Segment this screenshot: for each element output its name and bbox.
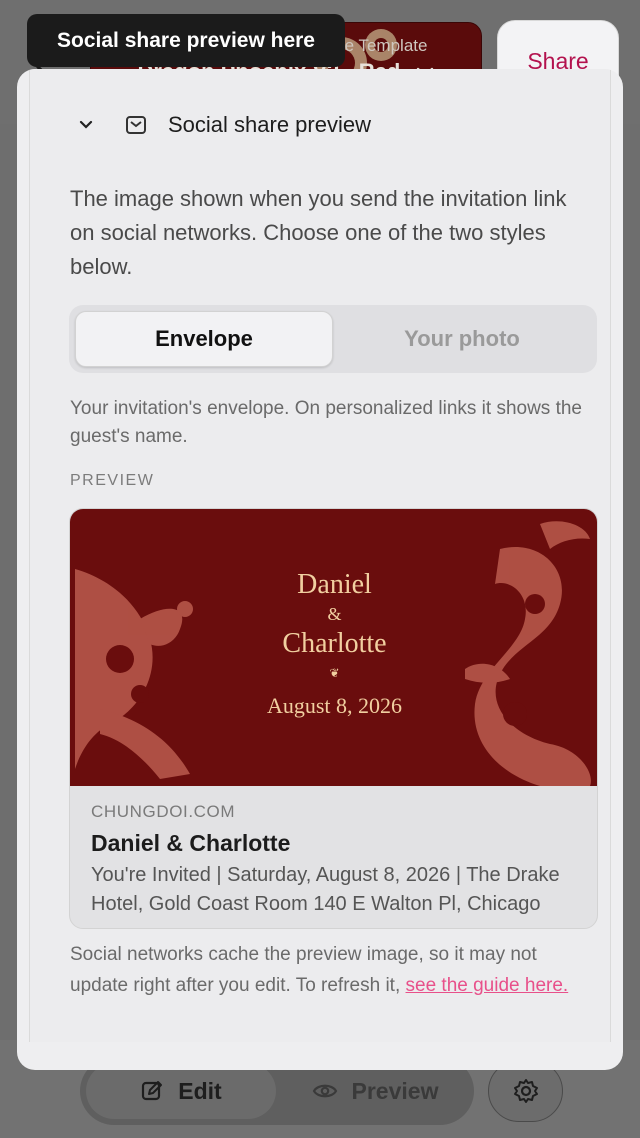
settings-sheet: Social share preview The image shown whe… <box>17 69 623 1070</box>
card-meta: CHUNGDOI.COM Daniel & Charlotte You're I… <box>91 802 581 919</box>
eye-icon <box>312 1084 337 1098</box>
card-name1: Daniel <box>297 569 372 600</box>
preview-label: PREVIEW <box>70 472 155 489</box>
card-domain: CHUNGDOI.COM <box>91 802 236 821</box>
preview-tab-label: Preview <box>351 1077 439 1104</box>
section-header[interactable]: Social share preview <box>78 109 598 141</box>
tooltip: Social share preview here <box>27 14 345 67</box>
guide-link[interactable]: see the guide here. <box>406 975 569 996</box>
your-photo-option[interactable]: Your photo <box>333 311 591 367</box>
section-description: The image shown when you send the invita… <box>70 186 567 279</box>
card-event-date: August 8, 2026 <box>266 693 403 718</box>
card-description: You're Invited | Saturday, August 8, 202… <box>91 864 560 915</box>
flourish-icon: ❦ <box>329 666 340 680</box>
envelope-option[interactable]: Envelope <box>75 311 333 367</box>
section-title: Social share preview <box>168 112 371 137</box>
preview-tab[interactable]: Preview <box>280 1063 470 1119</box>
style-segmented-control: Envelope Your photo <box>69 305 597 373</box>
share-preview-card: Daniel & Charlotte ❦ August 8, 2026 CHUN… <box>69 508 598 929</box>
sheet-content: Social share preview The image shown whe… <box>29 69 611 1042</box>
option-hint: Your invitation's envelope. On personali… <box>70 398 582 447</box>
gear-icon <box>513 1079 538 1103</box>
card-title: Daniel & Charlotte <box>91 830 291 856</box>
card-ampersand: & <box>327 604 342 624</box>
cache-footnote: Social networks cache the preview image,… <box>70 939 590 1001</box>
edit-label: Edit <box>178 1077 222 1104</box>
edit-icon <box>142 1081 163 1101</box>
card-name2: Charlotte <box>282 628 387 659</box>
chevron-down-icon[interactable] <box>78 117 94 133</box>
preview-image: Daniel & Charlotte ❦ August 8, 2026 <box>70 509 597 786</box>
image-icon <box>126 116 146 134</box>
edit-tab[interactable]: Edit <box>86 1063 276 1119</box>
